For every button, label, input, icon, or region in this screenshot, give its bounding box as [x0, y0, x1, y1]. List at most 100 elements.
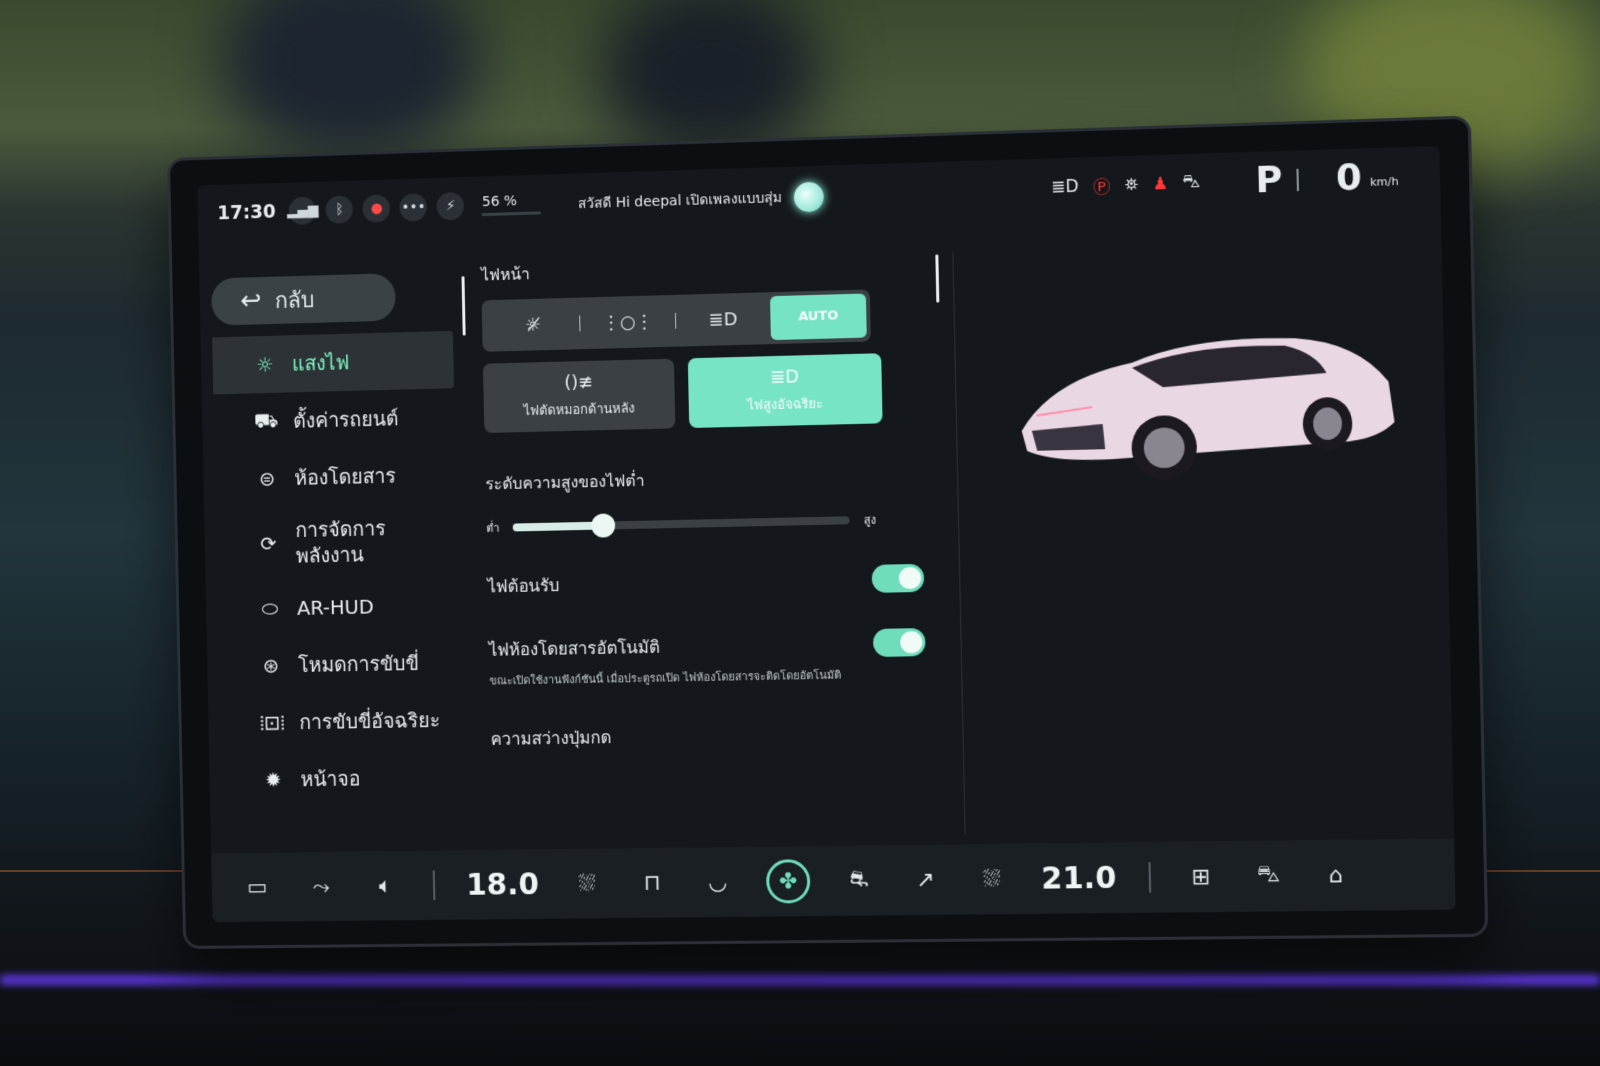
- parking-brake-icon: Ⓟ: [1092, 177, 1111, 199]
- gear-separator: [1296, 168, 1300, 191]
- low-beam-height-slider[interactable]: [513, 513, 850, 538]
- headlight-mode-selector: ☼̸ ⋮○⋮ ≣D AUTO: [481, 289, 871, 352]
- camera-recording-icon[interactable]: ●: [362, 194, 391, 223]
- smart-drive-icon: ⦙⊡⦙: [259, 710, 285, 735]
- sidebar-item-cabin[interactable]: ⊜ ห้องโดยสาร: [215, 446, 457, 509]
- low-beam-height-title: ระดับความสูงของไฟต่ำ: [485, 470, 645, 494]
- sidebar-item-smart-driving[interactable]: ⦙⊡⦙ การขับขี่อัจฉริยะ: [220, 691, 462, 752]
- sidebar-item-display[interactable]: ✹ หน้าจอ: [221, 748, 463, 809]
- headlight-telltale-icon: ≣D: [1050, 176, 1079, 198]
- sidebar-item-energy[interactable]: ⟳ การจัดการ พลังงาน: [216, 503, 458, 581]
- sidebar-item-label: การจัดการ พลังงาน: [295, 516, 386, 568]
- apps-grid-icon[interactable]: ⊞: [1183, 864, 1218, 890]
- sidebar-item-label: ตั้งค่ารถยนต์: [292, 406, 399, 433]
- sidebar-item-label: ห้องโดยสาร: [294, 463, 397, 490]
- recirculation-icon[interactable]: ⛐: [842, 866, 877, 894]
- slider-max-label: สูง: [863, 513, 877, 527]
- low-beam-icon: ≣D: [708, 308, 738, 331]
- smart-high-beam-button[interactable]: ≣D ไฟสูงอัจฉริยะ: [687, 353, 883, 429]
- panel-scrollbar[interactable]: [935, 254, 940, 303]
- vehicle-icon[interactable]: ⛍: [1251, 862, 1286, 891]
- passenger-temperature[interactable]: 21.0: [1041, 860, 1117, 896]
- front-defrost-icon[interactable]: ◡: [700, 869, 734, 895]
- back-button[interactable]: ↩ กลับ: [210, 273, 397, 326]
- telltales: ≣D Ⓟ ⛯ ♟ ⛍ P 0 km/h: [1051, 155, 1399, 207]
- status-bar: 17:30 ▂▄▆ ᛒ ● ••• ⚡ 56 % สวัสดี Hi deepa…: [197, 146, 1440, 243]
- signal-icon: ▂▄▆: [287, 196, 319, 226]
- cabin-icon: ⊜: [258, 466, 276, 491]
- welcome-light-toggle[interactable]: [871, 563, 925, 593]
- bluetooth-icon[interactable]: ᛒ: [325, 195, 354, 224]
- air-direction-icon[interactable]: ↗: [908, 867, 943, 892]
- sidebar-item-label: หน้าจอ: [300, 766, 361, 792]
- energy-icon: ⟳: [260, 531, 277, 556]
- dock-separator: [1148, 862, 1152, 893]
- rear-fog-light-button[interactable]: ()≢ ไฟตัดหมอกด้านหลัง: [482, 358, 676, 434]
- battery-status: 56 %: [481, 193, 542, 217]
- background-person: [600, 0, 820, 160]
- passenger-seat-icon[interactable]: ⛆: [974, 866, 1009, 892]
- toggle-knob: [900, 631, 923, 654]
- car-image: [1019, 334, 1396, 481]
- rear-fog-icon: ()≢: [564, 371, 594, 394]
- home-icon[interactable]: ⌂: [1318, 862, 1354, 889]
- sidebar-scrollbar[interactable]: [461, 276, 466, 336]
- voice-assistant[interactable]: สวัสดี Hi deepal เปิดเพลงแบบสุ่ม: [577, 181, 825, 220]
- welcome-light-row: ไฟต้อนรับ: [487, 563, 925, 601]
- back-arrow-icon: ↩: [240, 285, 262, 317]
- auto-cabin-light-toggle[interactable]: [872, 627, 926, 658]
- wiper-icon[interactable]: ⤳: [304, 874, 337, 899]
- display-off-icon[interactable]: ▭: [241, 875, 274, 900]
- sidebar-item-drive-mode[interactable]: ⊛ โหมดการขับขี่: [218, 634, 460, 695]
- rear-defrost-icon[interactable]: ⊓: [635, 870, 669, 895]
- brightness-icon: ✹: [265, 767, 282, 792]
- auto-cabin-light-description: ขณะเปิดใช้งานฟังก์ชันนี้ เมื่อประตูรถเปิ…: [489, 668, 842, 688]
- fan-icon: ✤: [778, 868, 798, 894]
- ambient-light-strip: [0, 975, 1600, 985]
- more-icon[interactable]: •••: [399, 193, 428, 222]
- headlights-section-title: ไฟหน้า: [480, 264, 531, 285]
- sidebar-item-label: แสงไฟ: [291, 350, 350, 376]
- lights-off-icon: ☼̸: [524, 314, 541, 336]
- vehicle-3d-view[interactable]: [989, 299, 1423, 532]
- seatbelt-warning-icon: ♟: [1152, 173, 1169, 195]
- toggle-knob: [898, 566, 922, 590]
- car-door-icon: ⛍: [1182, 171, 1201, 193]
- voice-prompt: สวัสดี Hi deepal เปิดเพลงแบบสุ่ม: [577, 189, 783, 213]
- smart-high-beam-label: ไฟสูงอัจฉริยะ: [747, 396, 824, 414]
- fan-button[interactable]: ✤: [765, 859, 811, 904]
- seat-heat-icon[interactable]: ⛆: [570, 871, 604, 896]
- sidebar-item-ar-hud[interactable]: ⬭ AR-HUD: [217, 576, 459, 638]
- low-beam-height-control: ต่ำ สูง: [486, 510, 923, 538]
- rear-fog-label: ไฟตัดหมอกด้านหลัง: [523, 401, 636, 420]
- voice-assistant-orb-icon[interactable]: [793, 181, 825, 213]
- sidebar-item-label: การขับขี่อัจฉริยะ: [299, 708, 441, 735]
- hud-icon: ⬭: [261, 596, 279, 621]
- welcome-light-label: ไฟต้อนรับ: [487, 575, 560, 597]
- high-beam-icon: ≣D: [770, 366, 800, 389]
- sidebar-item-label: AR-HUD: [296, 594, 374, 620]
- sun-icon: ☼: [255, 352, 274, 377]
- driver-temperature[interactable]: 18.0: [466, 867, 539, 902]
- infotainment-display: 17:30 ▂▄▆ ᛒ ● ••• ⚡ 56 % สวัสดี Hi deepa…: [170, 118, 1486, 946]
- button-brightness-label: ความสว่างปุ่มกด: [490, 727, 612, 750]
- slider-handle[interactable]: [591, 513, 616, 538]
- battery-percent: 56 %: [481, 193, 518, 211]
- low-beam-button[interactable]: ≣D: [676, 308, 771, 332]
- auto-cabin-light-row: ไฟห้องโดยสารอัตโนมัติ: [489, 627, 926, 664]
- auto-headlights-button[interactable]: AUTO: [769, 293, 867, 341]
- screen: 17:30 ▂▄▆ ᛒ ● ••• ⚡ 56 % สวัสดี Hi deepa…: [197, 146, 1456, 923]
- volume-icon[interactable]: 🔈︎: [368, 873, 402, 898]
- headlights-off-button[interactable]: ☼̸: [486, 313, 580, 336]
- car-icon: ⛟: [253, 408, 279, 433]
- battery-car-icon: ⚡: [436, 191, 465, 221]
- sidebar-item-vehicle-settings[interactable]: ⛟ ตั้งค่ารถยนต์: [213, 388, 455, 451]
- slider-fill: [513, 521, 604, 532]
- clock: 17:30: [217, 200, 276, 225]
- back-label: กลับ: [274, 287, 315, 314]
- position-lights-icon: ⋮○⋮: [601, 310, 654, 334]
- position-lights-button[interactable]: ⋮○⋮: [580, 310, 675, 333]
- dock-separator: [432, 870, 436, 901]
- sidebar-item-label: โหมดการขับขี่: [297, 651, 420, 677]
- sidebar-item-lights[interactable]: ☼ แสงไฟ: [212, 330, 455, 395]
